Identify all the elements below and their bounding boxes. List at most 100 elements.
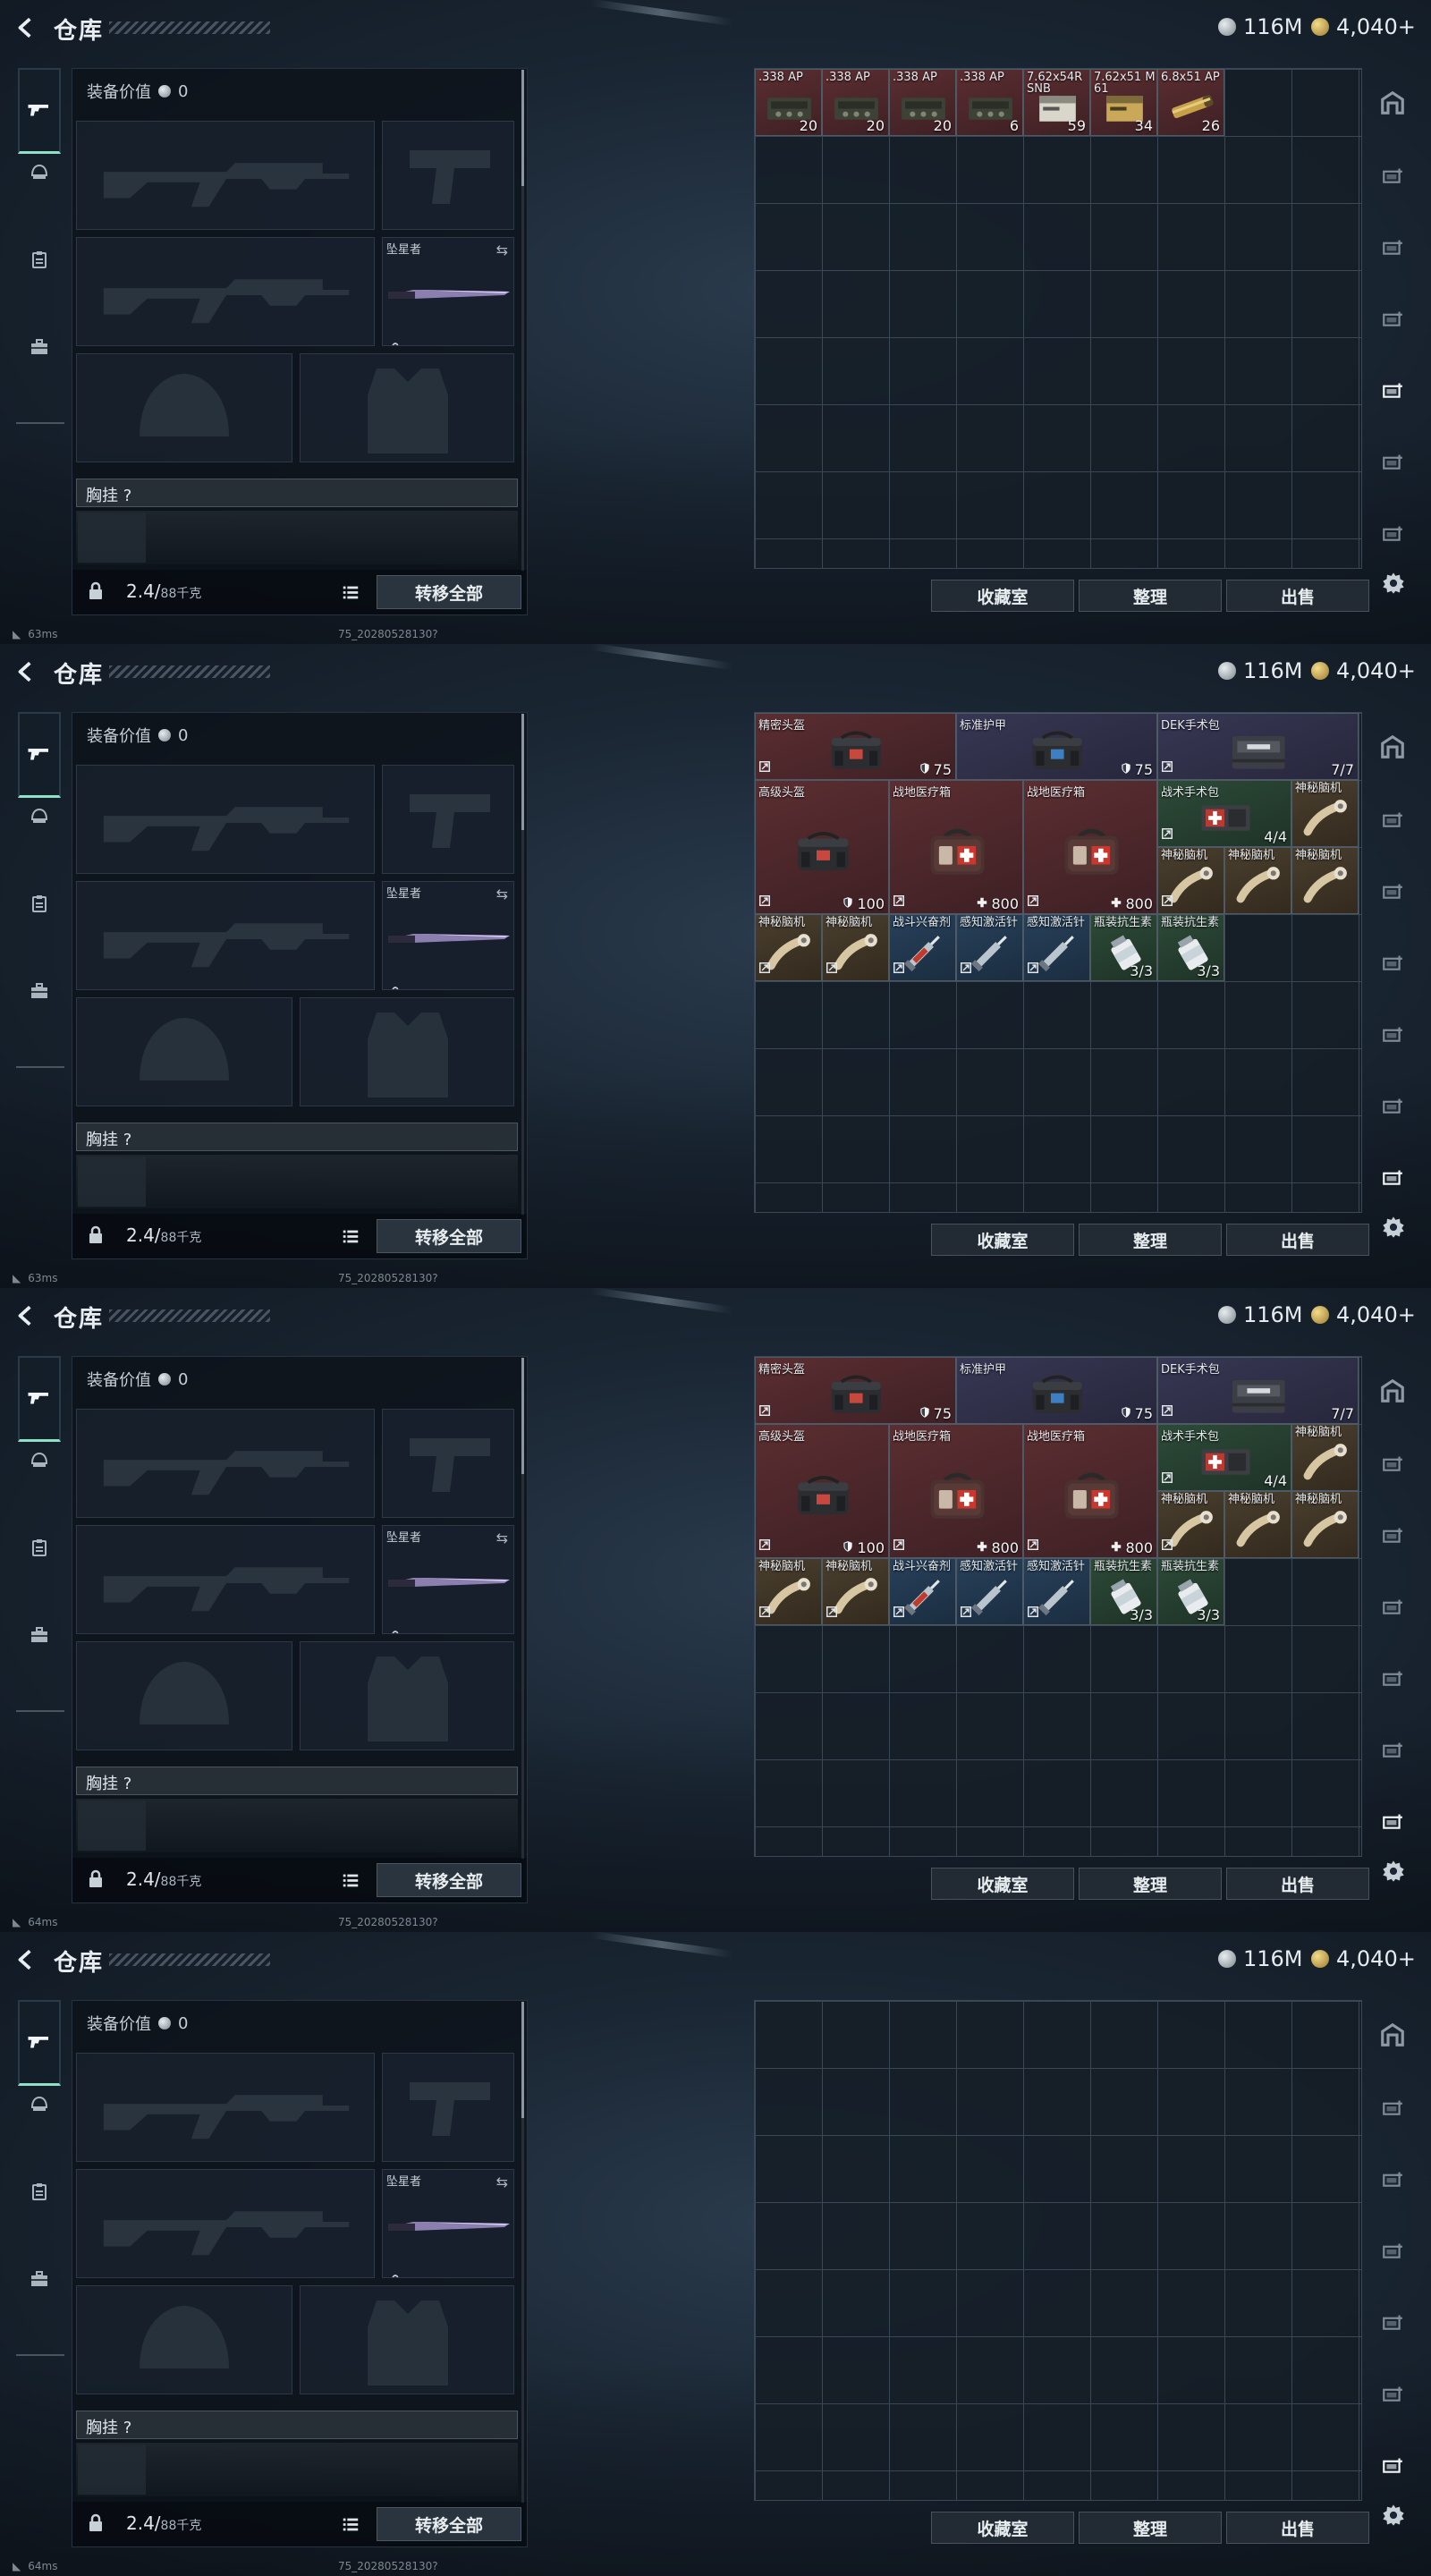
stash-item[interactable]: 感知激活针 [956,914,1023,981]
chest-rig-label[interactable]: 胸挂 ? [76,2411,518,2439]
stash-item[interactable]: 神秘脑机 [1157,847,1224,914]
stash-item[interactable]: .338 AP 20 [755,69,822,136]
swap-icon[interactable]: ⇆ [496,886,508,902]
armor-slot[interactable] [300,2285,514,2394]
primary-weapon-slot[interactable] [76,765,375,874]
secondary-weapon-slot[interactable] [76,881,375,990]
melee-slot[interactable]: 坠星者 ⇆ [382,1525,514,1634]
stash-item[interactable]: DEK手术包 7/7 [1157,713,1359,780]
list-icon[interactable] [341,582,360,606]
stash-item[interactable]: 战术手术包 4/4 [1157,1424,1291,1491]
helmet-slot[interactable] [76,2285,292,2394]
equipment-scrollbar[interactable] [521,714,524,1215]
stash-tab[interactable] [1375,1660,1410,1696]
helmet-slot[interactable] [76,997,292,1106]
nav-clipboard[interactable] [18,884,61,927]
scrollbar-thumb[interactable] [521,1358,524,1474]
nav-clipboard[interactable] [18,2172,61,2215]
chest-rig-slot[interactable] [78,513,146,563]
nav-briefcase[interactable] [18,1615,61,1658]
transfer-all-button[interactable]: 转移全部 [377,2507,521,2541]
settings-gear-button[interactable] [1376,2497,1411,2533]
nav-weapon[interactable] [18,68,61,154]
nav-weapon[interactable] [18,2000,61,2086]
gold-currency[interactable]: 4,040+ [1311,1946,1416,1971]
stash-tab[interactable] [1375,86,1410,122]
stash-tab[interactable] [1375,1016,1410,1052]
stash-tab[interactable] [1375,2233,1410,2268]
stash-item[interactable]: 标准护甲 75 [956,713,1157,780]
scrollbar-thumb[interactable] [521,714,524,830]
equipment-scrollbar[interactable] [521,2002,524,2503]
sort-button[interactable]: 整理 [1079,1868,1222,1900]
stash-item[interactable]: DEK手术包 7/7 [1157,1357,1359,1424]
stash-item[interactable]: 神秘脑机 [1224,1491,1291,1558]
back-button[interactable] [13,1302,39,1329]
stash-tab[interactable] [1375,730,1410,766]
armor-slot[interactable] [300,997,514,1106]
sell-button[interactable]: 出售 [1226,580,1369,612]
primary-weapon-slot[interactable] [76,2053,375,2162]
stash-item[interactable]: 神秘脑机 [755,914,822,981]
primary-weapon-slot[interactable] [76,1409,375,1518]
stash-item[interactable]: 瓶装抗生素 3/3 [1090,1558,1157,1625]
nav-briefcase[interactable] [18,2259,61,2302]
stash-tab[interactable] [1375,801,1410,837]
stash-item[interactable]: 感知激活针 [956,1558,1023,1625]
armor-slot[interactable] [300,1641,514,1750]
stash-tab[interactable] [1375,301,1410,336]
stash-tab[interactable] [1375,1445,1410,1481]
sort-button[interactable]: 整理 [1079,580,1222,612]
stash-item[interactable]: .338 AP 20 [822,69,889,136]
stash-item[interactable]: 神秘脑机 [1224,847,1291,914]
list-icon[interactable] [341,1870,360,1894]
collection-button[interactable]: 收藏室 [931,1868,1074,1900]
collection-button[interactable]: 收藏室 [931,1224,1074,1256]
back-button[interactable] [13,14,39,41]
stash-tab[interactable] [1375,1589,1410,1624]
nav-briefcase[interactable] [18,971,61,1014]
equipment-scrollbar[interactable] [521,70,524,571]
chest-rig-slot[interactable] [78,1801,146,1851]
nav-clipboard[interactable] [18,1528,61,1571]
stash-item[interactable]: 标准护甲 75 [956,1357,1157,1424]
nav-weapon[interactable] [18,712,61,798]
scrollbar-thumb[interactable] [521,70,524,186]
settings-gear-button[interactable] [1376,1853,1411,1889]
list-icon[interactable] [341,1226,360,1250]
nav-helmet[interactable] [18,1440,61,1483]
stash-item[interactable]: 神秘脑机 [1291,1424,1359,1491]
stash-tab[interactable] [1375,1374,1410,1410]
sell-button[interactable]: 出售 [1226,1224,1369,1256]
stash-item[interactable]: .338 AP 20 [889,69,956,136]
stash-tab[interactable] [1375,2304,1410,2340]
gold-currency[interactable]: 4,040+ [1311,658,1416,683]
nav-clipboard[interactable] [18,240,61,283]
stash-item[interactable]: 战术手术包 4/4 [1157,780,1291,847]
pistol-slot[interactable] [382,2053,514,2162]
stash-item[interactable]: 感知激活针 [1023,914,1090,981]
stash-item[interactable]: 战斗兴奋剂 [889,1558,956,1625]
chest-rig-label[interactable]: 胸挂 ? [76,479,518,507]
chest-rig-label[interactable]: 胸挂 ? [76,1767,518,1795]
primary-weapon-slot[interactable] [76,121,375,230]
sort-button[interactable]: 整理 [1079,2512,1222,2544]
armor-slot[interactable] [300,353,514,462]
stash-item[interactable]: 神秘脑机 [1291,847,1359,914]
stash-tab[interactable] [1375,873,1410,909]
stash-item[interactable]: 7.62x54R SNB 59 [1023,69,1090,136]
collection-button[interactable]: 收藏室 [931,580,1074,612]
collection-button[interactable]: 收藏室 [931,2512,1074,2544]
stash-item[interactable]: 神秘脑机 [1291,1491,1359,1558]
sell-button[interactable]: 出售 [1226,2512,1369,2544]
melee-slot[interactable]: 坠星者 ⇆ [382,2169,514,2278]
stash-item[interactable]: 瓶装抗生素 3/3 [1157,914,1224,981]
gold-currency[interactable]: 4,040+ [1311,14,1416,39]
swap-icon[interactable]: ⇆ [496,1530,508,1546]
stash-tab[interactable] [1375,372,1410,408]
sell-button[interactable]: 出售 [1226,1868,1369,1900]
sort-button[interactable]: 整理 [1079,1224,1222,1256]
stash-tab[interactable] [1375,157,1410,193]
list-icon[interactable] [341,2514,360,2538]
stash-item[interactable]: 战地医疗箱 800 [889,780,1023,914]
